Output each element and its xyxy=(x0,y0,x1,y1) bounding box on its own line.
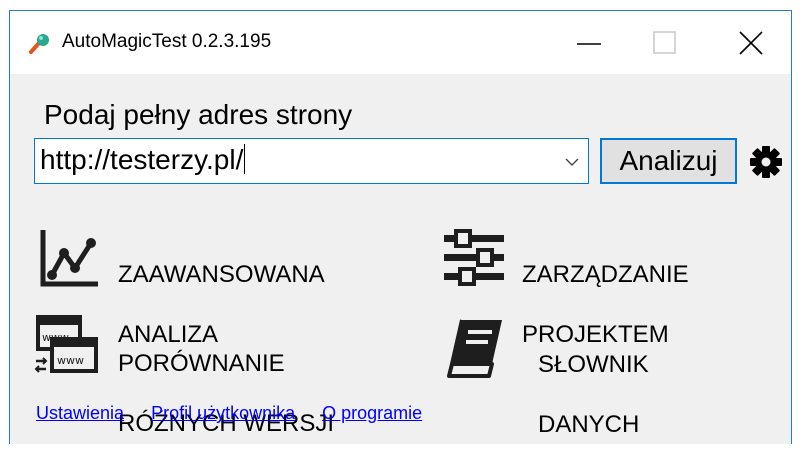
gear-icon[interactable] xyxy=(749,145,783,179)
feature-project-management[interactable]: ZARZĄDZANIE PROJEKTEM xyxy=(442,226,772,348)
minimize-button[interactable] xyxy=(551,11,627,74)
url-input-value: http://testerzy.pl/ xyxy=(40,144,244,175)
url-prompt-label: Podaj pełny adres strony xyxy=(44,99,353,130)
feature-label-compare-versions: PORÓWNANIE RÓŻNYCH WERSJI xyxy=(118,319,334,469)
url-combobox[interactable]: http://testerzy.pl/ xyxy=(34,138,589,184)
feature-label-line: ZARZĄDZANIE xyxy=(522,261,689,288)
maximize-icon xyxy=(653,31,676,54)
analyze-button-label: Analizuj xyxy=(619,145,718,176)
link-settings[interactable]: Ustawienia xyxy=(36,403,124,423)
window-title: AutoMagicTest 0.2.3.195 xyxy=(62,31,272,52)
feature-data-dictionary[interactable]: SŁOWNIK DANYCH xyxy=(442,316,772,438)
minimize-icon xyxy=(577,43,601,45)
link-user-profile[interactable]: Profil użytkownika xyxy=(151,403,295,423)
sliders-icon xyxy=(444,229,504,286)
svg-text:www: www xyxy=(57,354,84,367)
feature-compare-versions[interactable]: www www PORÓWNANIE RÓŻNYCH WERSJI xyxy=(34,313,364,437)
title-bar[interactable]: AutoMagicTest 0.2.3.195 xyxy=(10,11,791,74)
app-logo-icon xyxy=(29,34,49,54)
maximize-button[interactable] xyxy=(627,11,703,74)
close-button[interactable] xyxy=(713,11,789,74)
close-icon xyxy=(739,31,763,55)
book-icon xyxy=(447,319,502,378)
line-chart-icon xyxy=(40,230,98,287)
link-about[interactable]: O programie xyxy=(322,403,422,423)
feature-label-line: PORÓWNANIE xyxy=(118,350,285,377)
feature-label-line: ZAAWANSOWANA xyxy=(118,261,325,288)
analyze-button[interactable]: Analizuj xyxy=(600,138,737,184)
feature-label-line: SŁOWNIK xyxy=(538,351,649,378)
feature-advanced-analysis[interactable]: ZAAWANSOWANA ANALIZA xyxy=(38,226,368,348)
chevron-down-icon[interactable] xyxy=(564,154,580,170)
app-window: AutoMagicTest 0.2.3.195 Podaj pełny adre… xyxy=(9,10,792,444)
footer-links: Ustawienia Profil użytkownika O programi… xyxy=(36,403,444,424)
url-input[interactable]: http://testerzy.pl/ xyxy=(40,144,246,176)
feature-label-line: DANYCH xyxy=(538,411,640,438)
text-caret xyxy=(244,144,246,174)
compare-versions-icon: www www xyxy=(34,315,98,373)
feature-label-data-dictionary: SŁOWNIK DANYCH xyxy=(538,320,649,470)
